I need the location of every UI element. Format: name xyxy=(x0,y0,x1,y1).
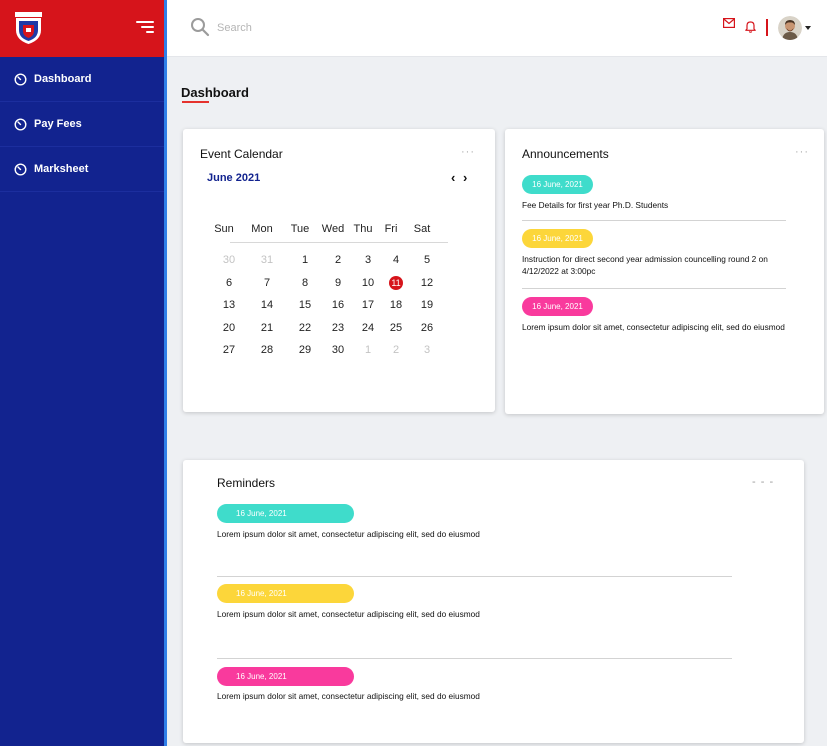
calendar-day[interactable]: 19 xyxy=(413,298,441,312)
calendar-day[interactable]: 7 xyxy=(253,276,281,290)
sidebar-item-marksheet[interactable]: Marksheet xyxy=(0,147,164,192)
event-calendar-title: Event Calendar xyxy=(200,147,283,161)
event-calendar-card: Event Calendar ··· June 2021 ‹ › Sun Mon T… xyxy=(183,129,495,412)
calendar-weekday-label: Tue xyxy=(290,223,310,235)
calendar-day[interactable]: 2 xyxy=(382,343,410,357)
calendar-day[interactable]: 14 xyxy=(253,298,281,312)
calendar-selected-day[interactable]: 11 xyxy=(389,276,403,290)
more-options-icon[interactable]: ··· xyxy=(795,146,809,158)
chevron-down-icon[interactable] xyxy=(805,26,811,30)
calendar-day[interactable]: 30 xyxy=(215,253,243,267)
calendar-day[interactable]: 1 xyxy=(354,343,382,357)
dashboard-icon xyxy=(14,72,27,86)
more-options-icon[interactable]: - - - xyxy=(752,476,774,488)
mail-icon[interactable] xyxy=(723,18,735,28)
sidebar-item-pay-fees[interactable]: Pay Fees xyxy=(0,102,164,147)
university-logo[interactable] xyxy=(15,12,42,45)
reminder-date-badge: 16 June, 2021 xyxy=(217,584,354,603)
announcement-text[interactable]: Instruction for direct second year admis… xyxy=(522,253,786,277)
search-input[interactable] xyxy=(217,18,517,38)
divider xyxy=(522,220,786,221)
dashboard-icon xyxy=(14,162,27,176)
calendar-day[interactable]: 9 xyxy=(324,276,352,290)
sidebar-item-label: Dashboard xyxy=(34,73,92,85)
announcements-title: Announcements xyxy=(522,147,609,161)
calendar-day[interactable]: 16 xyxy=(324,298,352,312)
calendar-day[interactable]: 3 xyxy=(354,253,382,267)
topbar-divider xyxy=(766,19,768,36)
announcement-date-badge: 16 June, 2021 xyxy=(522,175,593,194)
calendar-divider xyxy=(230,242,448,243)
reminder-text[interactable]: Lorem ipsum dolor sit amet, consectetur … xyxy=(217,609,480,619)
calendar-day[interactable]: 28 xyxy=(253,343,281,357)
calendar-weekday-label: Thu xyxy=(353,223,373,235)
sidebar-item-label: Marksheet xyxy=(34,163,89,175)
chevron-left-icon[interactable]: ‹ xyxy=(451,171,455,184)
calendar-month-label: June 2021 xyxy=(207,172,261,184)
calendar-day[interactable]: 31 xyxy=(253,253,281,267)
announcement-date-badge: 16 June, 2021 xyxy=(522,297,593,316)
calendar-weekday-label: Sun xyxy=(214,223,234,235)
more-options-icon[interactable]: ··· xyxy=(461,146,475,158)
calendar-day[interactable]: 25 xyxy=(382,321,410,335)
topbar xyxy=(167,0,827,57)
calendar-weekday-label: Mon xyxy=(251,223,273,235)
calendar-day[interactable]: 29 xyxy=(291,343,319,357)
avatar[interactable] xyxy=(778,16,802,40)
sidebar: Dashboard Pay Fees Marksheet xyxy=(0,0,167,746)
reminders-card: Reminders - - - 16 June, 2021 Lorem ipsu… xyxy=(183,460,804,743)
calendar-day[interactable]: 23 xyxy=(324,321,352,335)
calendar-day[interactable]: 2 xyxy=(324,253,352,267)
calendar-day[interactable]: 17 xyxy=(354,298,382,312)
reminder-text[interactable]: Lorem ipsum dolor sit amet, consectetur … xyxy=(217,691,480,701)
divider xyxy=(217,658,732,659)
calendar-day[interactable]: 24 xyxy=(354,321,382,335)
search-icon[interactable] xyxy=(190,17,210,37)
calendar-day[interactable]: 12 xyxy=(413,276,441,290)
divider xyxy=(522,288,786,289)
reminder-date-badge: 16 June, 2021 xyxy=(217,504,354,523)
reminder-text[interactable]: Lorem ipsum dolor sit amet, consectetur … xyxy=(217,529,480,539)
reminder-date-badge: 16 June, 2021 xyxy=(217,667,354,686)
calendar-day[interactable]: 3 xyxy=(413,343,441,357)
calendar-day[interactable]: 27 xyxy=(215,343,243,357)
calendar-day[interactable]: 4 xyxy=(382,253,410,267)
bell-icon[interactable] xyxy=(745,20,756,33)
menu-toggle-icon[interactable] xyxy=(136,21,154,35)
calendar-day[interactable]: 15 xyxy=(291,298,319,312)
calendar-day[interactable]: 1 xyxy=(291,253,319,267)
calendar-day[interactable]: 26 xyxy=(413,321,441,335)
sidebar-header xyxy=(0,0,164,57)
sidebar-item-dashboard[interactable]: Dashboard xyxy=(0,57,164,102)
calendar-day[interactable]: 8 xyxy=(291,276,319,290)
calendar-day[interactable]: 22 xyxy=(291,321,319,335)
calendar-weekday-label: Wed xyxy=(321,223,345,235)
calendar-day[interactable]: 18 xyxy=(382,298,410,312)
sidebar-item-label: Pay Fees xyxy=(34,118,82,130)
announcement-text[interactable]: Lorem ipsum dolor sit amet, consectetur … xyxy=(522,321,786,333)
calendar-day[interactable]: 13 xyxy=(215,298,243,312)
reminders-title: Reminders xyxy=(217,476,276,490)
announcement-date-badge: 16 June, 2021 xyxy=(522,229,593,248)
calendar-day[interactable]: 5 xyxy=(413,253,441,267)
calendar-day[interactable]: 10 xyxy=(354,276,382,290)
calendar-day[interactable]: 6 xyxy=(215,276,243,290)
title-underline xyxy=(182,101,209,103)
dashboard-icon xyxy=(14,117,27,131)
calendar-weekday-label: Sat xyxy=(413,223,431,235)
announcement-text[interactable]: Fee Details for first year Ph.D. Student… xyxy=(522,199,792,211)
announcements-card: Announcements ··· 16 June, 2021 Fee Deta… xyxy=(505,129,824,414)
divider xyxy=(217,576,732,577)
chevron-right-icon[interactable]: › xyxy=(463,171,467,184)
calendar-day[interactable]: 20 xyxy=(215,321,243,335)
calendar-weekday-label: Fri xyxy=(384,223,398,235)
calendar-day[interactable]: 21 xyxy=(253,321,281,335)
calendar-day[interactable]: 30 xyxy=(324,343,352,357)
page-title: Dashboard xyxy=(181,85,249,100)
